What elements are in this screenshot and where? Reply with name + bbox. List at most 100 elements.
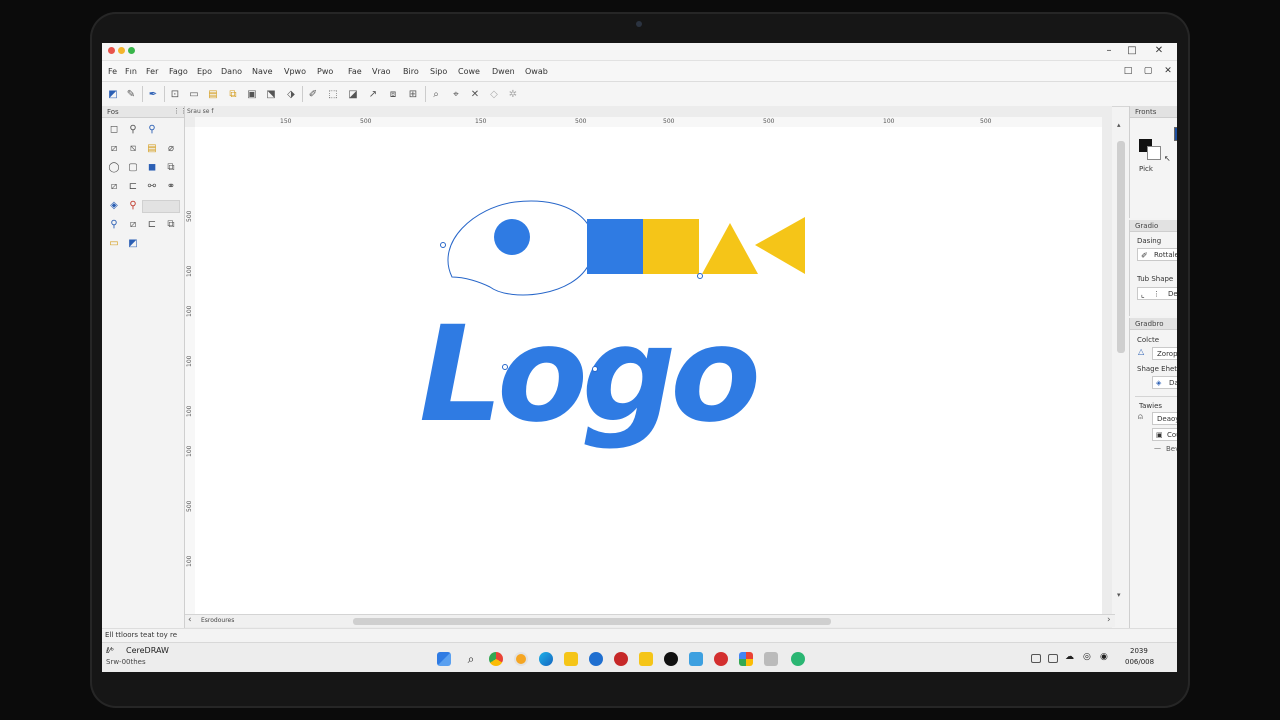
horizontal-scrollbar[interactable]: ‹ Esrodoures › bbox=[185, 614, 1115, 627]
search-icon[interactable]: ⌕ bbox=[464, 652, 478, 666]
magnify-tool-icon[interactable]: ⚲ bbox=[107, 217, 121, 231]
node-icon[interactable]: ⬗ bbox=[284, 87, 298, 101]
yellow-arrow-shape[interactable] bbox=[755, 217, 805, 274]
menu-item[interactable]: Vrao bbox=[372, 67, 391, 76]
close-dot[interactable] bbox=[108, 47, 115, 54]
scroll-down-arrow[interactable]: ▾ bbox=[1117, 591, 1121, 599]
crop-icon[interactable]: ⊡ bbox=[168, 87, 182, 101]
ellipse-tool-icon[interactable]: ◯ bbox=[107, 160, 121, 174]
star-tool-icon[interactable]: ⧉ bbox=[164, 160, 178, 174]
eyedropper-icon[interactable]: ✐ bbox=[306, 87, 320, 101]
zoom-tool-icon[interactable]: ⚲ bbox=[145, 122, 159, 136]
table-tool-icon[interactable]: ⊏ bbox=[126, 179, 140, 193]
page-tab-label[interactable]: Esrodoures bbox=[201, 617, 234, 624]
vertical-scroll-thumb[interactable] bbox=[1117, 141, 1125, 353]
tawies-dropdown[interactable]: Deaoy 1910 ▾ bbox=[1152, 412, 1177, 425]
yellow-square-shape[interactable] bbox=[643, 219, 699, 274]
doc-close-button[interactable]: ✕ bbox=[1160, 64, 1176, 78]
camera-app-icon[interactable] bbox=[764, 652, 778, 666]
layers-icon[interactable]: ⧉ bbox=[226, 87, 240, 101]
link-tool-icon[interactable]: ⚭ bbox=[164, 179, 178, 193]
folder-icon[interactable] bbox=[639, 652, 653, 666]
tray-volume-icon[interactable]: ◉ bbox=[1100, 652, 1108, 662]
tray-network-icon[interactable]: ◎ bbox=[1083, 652, 1091, 662]
chat-icon[interactable] bbox=[791, 652, 805, 666]
delete-icon[interactable]: ✕ bbox=[468, 87, 482, 101]
drawing-page[interactable]: Logo bbox=[195, 127, 1102, 617]
photos-icon[interactable] bbox=[739, 652, 753, 666]
pick-tool-icon[interactable]: ◻ bbox=[107, 122, 121, 136]
zoom-dot[interactable] bbox=[128, 47, 135, 54]
doc-restore-button[interactable]: □ bbox=[1120, 64, 1136, 78]
close-button[interactable]: ✕ bbox=[1151, 44, 1167, 58]
polygon-tool-icon[interactable]: ◼ bbox=[145, 160, 159, 174]
image-icon[interactable]: ▣ bbox=[245, 87, 259, 101]
clock-date[interactable]: 006/008 bbox=[1125, 658, 1154, 666]
selection-handle[interactable] bbox=[592, 366, 598, 372]
background-swatch[interactable] bbox=[1147, 146, 1161, 160]
artwork[interactable]: Logo bbox=[195, 127, 1102, 617]
opera-icon[interactable] bbox=[714, 652, 728, 666]
menu-item[interactable]: Vpwo bbox=[284, 67, 306, 76]
scroll-up-arrow[interactable]: ▴ bbox=[1117, 121, 1121, 129]
transform-icon[interactable]: ⬔ bbox=[264, 87, 278, 101]
bezier-icon[interactable]: ↗ bbox=[366, 87, 380, 101]
maximize-button[interactable]: □ bbox=[1124, 44, 1140, 58]
frame-icon[interactable]: ◪ bbox=[346, 87, 360, 101]
select-icon[interactable]: ◩ bbox=[106, 87, 120, 101]
menu-item[interactable]: Fer bbox=[146, 67, 158, 76]
menu-item[interactable]: Pwo bbox=[317, 67, 333, 76]
menu-item[interactable]: Cowe bbox=[458, 67, 480, 76]
selected-color-swatch[interactable] bbox=[1174, 127, 1177, 141]
contour-tool-icon[interactable]: ⊏ bbox=[145, 217, 159, 231]
shage-dropdown[interactable]: ◈ Dawsee ▾ bbox=[1152, 376, 1177, 389]
rectangle-icon[interactable]: ▭ bbox=[187, 87, 201, 101]
canvas-area[interactable]: Srau se f 150 500 150 500 500 500 100 50… bbox=[185, 106, 1112, 628]
color-tool-icon[interactable]: ▭ bbox=[107, 236, 121, 250]
minimize-button[interactable]: – bbox=[1101, 44, 1117, 58]
blue-square-shape[interactable] bbox=[587, 219, 643, 274]
mail-icon[interactable] bbox=[689, 652, 703, 666]
selection-handle[interactable] bbox=[502, 364, 508, 370]
connector-tool-icon[interactable]: ⚯ bbox=[145, 179, 159, 193]
menu-item[interactable]: Nave bbox=[252, 67, 273, 76]
eraser-tool-icon[interactable]: ⚲ bbox=[126, 198, 140, 212]
zoom-fit-icon[interactable]: ⌖ bbox=[449, 87, 463, 101]
fill-icon[interactable]: ◇ bbox=[487, 87, 501, 101]
menu-item[interactable]: Fago bbox=[169, 67, 188, 76]
chrome-icon[interactable] bbox=[489, 652, 503, 666]
menu-item[interactable]: Epo bbox=[197, 67, 212, 76]
colcte-field[interactable]: Zorop f.0l3 bbox=[1152, 347, 1177, 360]
menu-item[interactable]: Dano bbox=[221, 67, 242, 76]
crop-tool-icon[interactable]: ⧄ bbox=[107, 141, 121, 155]
grid-icon[interactable]: ⊞ bbox=[406, 87, 420, 101]
folder-tool-icon[interactable]: ▤ bbox=[145, 141, 159, 155]
media-icon[interactable] bbox=[614, 652, 628, 666]
start-icon[interactable] bbox=[437, 652, 451, 666]
menu-item[interactable]: Sipo bbox=[430, 67, 447, 76]
clip-tool-icon[interactable]: ⌀ bbox=[164, 141, 178, 155]
menu-item[interactable]: Biro bbox=[403, 67, 419, 76]
menu-item[interactable]: Fın bbox=[125, 67, 137, 76]
tool-size-field[interactable] bbox=[142, 200, 180, 213]
zoom-icon[interactable]: ⌕ bbox=[429, 87, 443, 101]
text-tool-icon[interactable]: ⧄ bbox=[107, 179, 121, 193]
folder-icon[interactable]: ▤ bbox=[206, 87, 220, 101]
yellow-triangle-shape[interactable] bbox=[702, 223, 758, 274]
tray-cloud-icon[interactable]: ☁ bbox=[1065, 652, 1074, 662]
menu-file[interactable]: Fe bbox=[108, 67, 117, 76]
clock-time[interactable]: 2039 bbox=[1130, 647, 1148, 655]
logo-text[interactable]: Logo bbox=[419, 298, 762, 452]
dasing-dropdown[interactable]: ✐ Rottaled shed ▾ bbox=[1137, 248, 1177, 261]
courios-field[interactable]: ▣ Cour ios bbox=[1152, 428, 1177, 441]
store-icon[interactable] bbox=[589, 652, 603, 666]
selection-handle[interactable] bbox=[697, 273, 703, 279]
pen-icon[interactable]: ✒ bbox=[146, 87, 160, 101]
vertical-scrollbar[interactable]: ▴ ▾ bbox=[1116, 121, 1126, 601]
scroll-right-arrow[interactable]: › bbox=[1107, 615, 1111, 625]
shape-tool-icon[interactable]: ⚲ bbox=[126, 122, 140, 136]
envelope-tool-icon[interactable]: ⧉ bbox=[164, 217, 178, 231]
pencil-icon[interactable]: ✎ bbox=[124, 87, 138, 101]
outline-tool-icon[interactable]: ◩ bbox=[126, 236, 140, 250]
file-explorer-icon[interactable] bbox=[564, 652, 578, 666]
